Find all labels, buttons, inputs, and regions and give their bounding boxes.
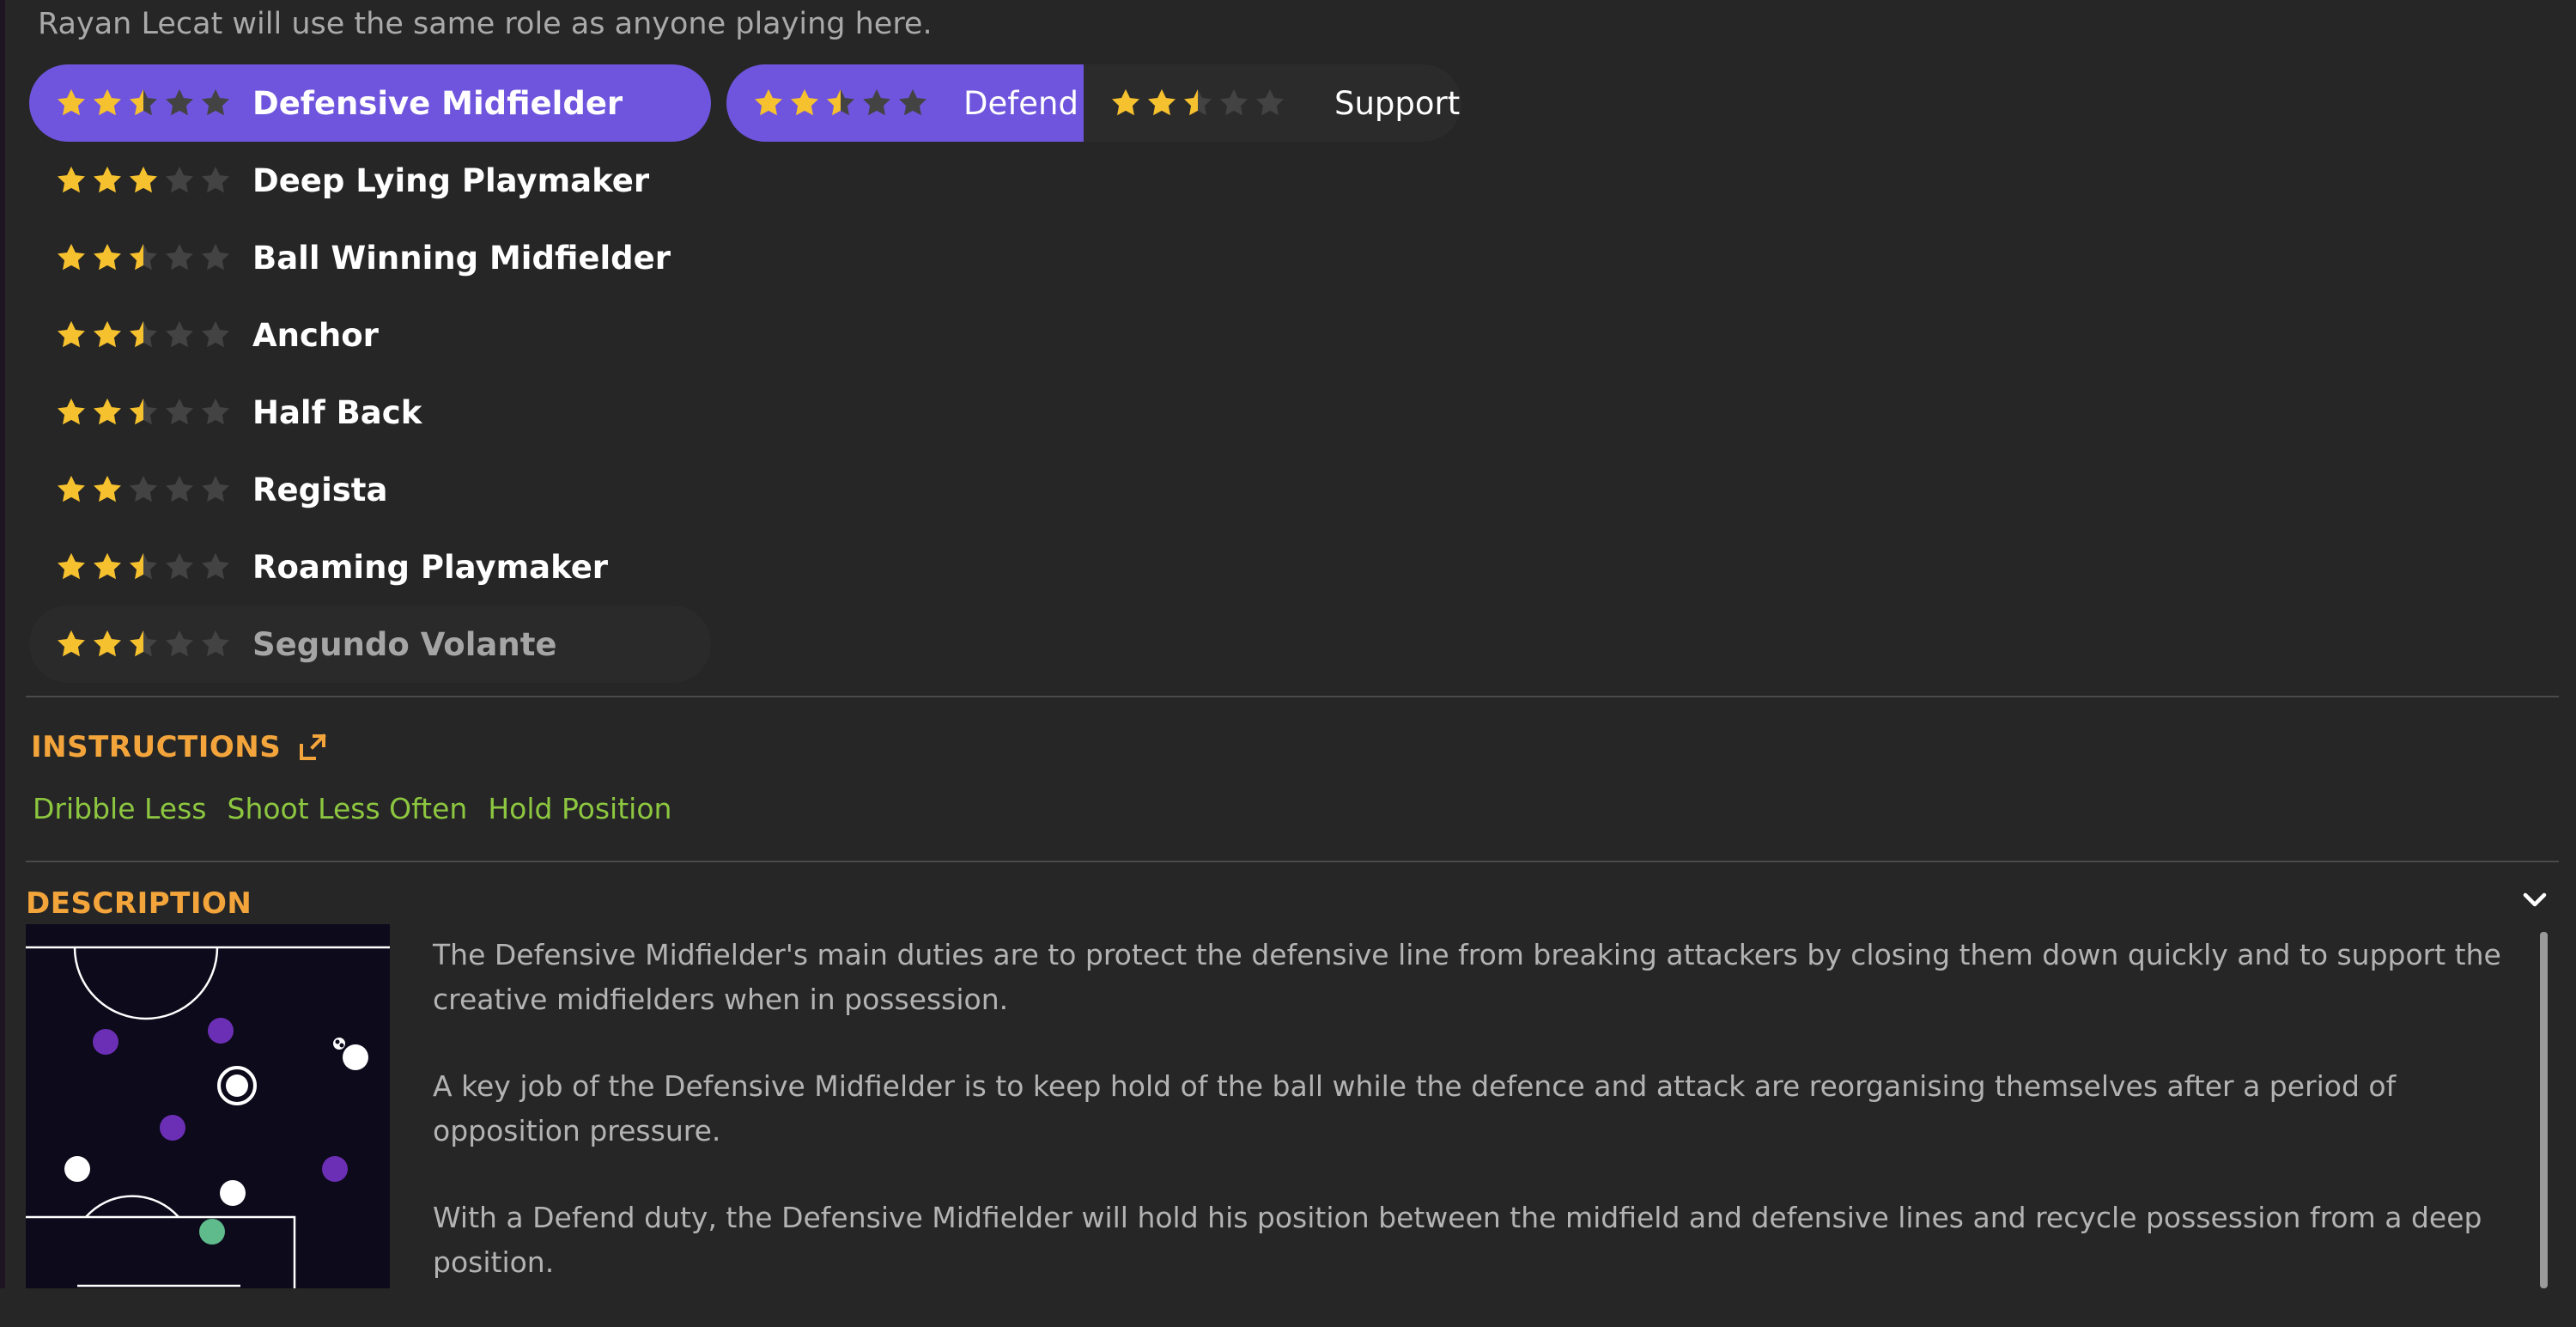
description-paragraph: With a Defend duty, the Defensive Midfie… (433, 1201, 2482, 1279)
description-scrollbar[interactable] (2540, 932, 2548, 1288)
description-title: DESCRIPTION (26, 886, 252, 921)
star-empty-icon (166, 320, 193, 348)
star-filled-icon (58, 475, 85, 502)
star-filled-icon (1112, 88, 1139, 116)
divider (26, 696, 2559, 697)
star-empty-icon (202, 552, 229, 580)
star-empty-icon (899, 88, 927, 116)
star-rating (55, 551, 252, 583)
star-empty-icon (166, 243, 193, 271)
star-filled-icon (58, 166, 85, 193)
star-empty-icon (202, 320, 229, 348)
instruction-item[interactable]: Dribble Less (33, 792, 207, 825)
star-filled-icon (94, 475, 121, 502)
star-filled-icon (791, 88, 818, 116)
star-filled-icon (94, 88, 121, 116)
star-half-icon (130, 88, 157, 116)
star-empty-icon (202, 475, 229, 502)
role-item-segundo-volante[interactable]: Segundo Volante (29, 606, 711, 683)
divider (26, 861, 2559, 862)
star-half-icon (130, 630, 157, 657)
star-filled-icon (755, 88, 782, 116)
star-empty-icon (202, 243, 229, 271)
role-item-ball-winning-midfielder[interactable]: Ball Winning Midfielder (29, 219, 711, 296)
role-name: Ball Winning Midfielder (252, 239, 671, 277)
instructions-title: INSTRUCTIONS (31, 730, 282, 764)
role-item-half-back[interactable]: Half Back (29, 374, 711, 451)
role-item-regista[interactable]: Regista (29, 451, 711, 528)
star-empty-icon (202, 398, 229, 425)
role-item-anchor[interactable]: Anchor (29, 296, 711, 374)
instruction-item[interactable]: Shoot Less Often (228, 792, 468, 825)
star-empty-icon (863, 88, 890, 116)
duty-option-defend[interactable]: Defend (726, 64, 1084, 142)
star-filled-icon (130, 166, 157, 193)
role-name: Roaming Playmaker (252, 548, 609, 586)
scrollbar-thumb[interactable] (2540, 932, 2548, 1288)
star-rating (55, 319, 252, 351)
star-filled-icon (58, 398, 85, 425)
role-name: Anchor (252, 316, 379, 354)
star-rating (1109, 87, 1286, 119)
star-empty-icon (1256, 88, 1284, 116)
chevron-down-icon[interactable] (2519, 885, 2550, 916)
role-name: Half Back (252, 393, 422, 431)
star-empty-icon (166, 88, 193, 116)
star-rating (55, 164, 252, 197)
role-info-text: Rayan Lecat will use the same role as an… (38, 7, 933, 41)
star-filled-icon (1148, 88, 1176, 116)
role-name: Deep Lying Playmaker (252, 161, 650, 199)
star-rating (55, 396, 252, 429)
description-paragraph: A key job of the Defensive Midfielder is… (433, 1069, 2397, 1147)
role-name: Segundo Volante (252, 625, 557, 663)
role-name: Regista (252, 471, 388, 508)
instruction-item[interactable]: Hold Position (488, 792, 671, 825)
expand-icon[interactable] (297, 732, 328, 763)
description-paragraph: The Defensive Midfielder's main duties a… (433, 938, 2501, 1016)
star-rating (752, 87, 929, 119)
star-rating (55, 628, 252, 660)
star-rating (55, 241, 252, 274)
star-empty-icon (202, 630, 229, 657)
star-empty-icon (202, 166, 229, 193)
star-filled-icon (94, 320, 121, 348)
star-empty-icon (130, 475, 157, 502)
star-empty-icon (166, 166, 193, 193)
star-filled-icon (94, 552, 121, 580)
star-empty-icon (166, 398, 193, 425)
star-filled-icon (58, 552, 85, 580)
role-item-deep-lying-playmaker[interactable]: Deep Lying Playmaker (29, 142, 711, 219)
role-name: Defensive Midfielder (252, 84, 623, 122)
star-empty-icon (166, 630, 193, 657)
star-half-icon (130, 243, 157, 271)
star-rating (55, 87, 252, 119)
star-filled-icon (94, 243, 121, 271)
star-half-icon (827, 88, 854, 116)
star-half-icon (1184, 88, 1212, 116)
pitch-diagram (26, 924, 390, 1288)
duty-label: Support (1334, 84, 1461, 122)
star-filled-icon (58, 320, 85, 348)
role-item-defensive-midfielder[interactable]: Defensive Midfielder (29, 64, 711, 142)
duty-label: Defend (963, 84, 1078, 122)
star-empty-icon (166, 552, 193, 580)
duty-option-support[interactable]: Support (1084, 64, 1461, 142)
instructions-list: Dribble Less Shoot Less Often Hold Posit… (33, 792, 671, 825)
description-text: The Defensive Midfielder's main duties a… (433, 933, 2528, 1327)
window-edge (0, 0, 5, 1288)
star-rating (55, 473, 252, 506)
star-filled-icon (58, 88, 85, 116)
star-half-icon (130, 552, 157, 580)
star-empty-icon (166, 475, 193, 502)
star-half-icon (130, 320, 157, 348)
star-filled-icon (94, 398, 121, 425)
star-filled-icon (58, 630, 85, 657)
role-item-roaming-playmaker[interactable]: Roaming Playmaker (29, 528, 711, 606)
star-empty-icon (202, 88, 229, 116)
star-empty-icon (1220, 88, 1248, 116)
star-filled-icon (94, 166, 121, 193)
star-filled-icon (58, 243, 85, 271)
star-filled-icon (94, 630, 121, 657)
star-half-icon (130, 398, 157, 425)
